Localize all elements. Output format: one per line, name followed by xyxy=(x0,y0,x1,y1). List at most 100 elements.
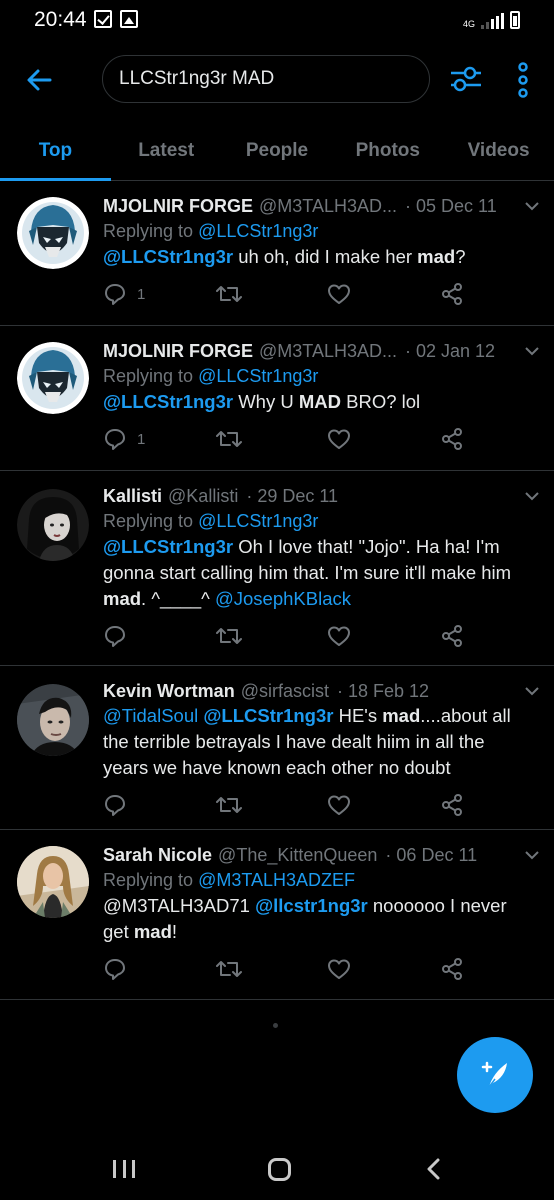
mention-link[interactable]: @JosephKBlack xyxy=(215,588,351,609)
retweet-icon xyxy=(216,797,242,813)
search-filter-icon[interactable] xyxy=(448,62,484,96)
mention-link[interactable]: @llcstr1ng3r xyxy=(255,895,368,916)
back-arrow-icon[interactable] xyxy=(24,64,56,96)
reply-button[interactable] xyxy=(103,793,127,817)
retweet-icon xyxy=(216,628,242,644)
share-icon xyxy=(442,794,462,816)
tab-photos[interactable]: Photos xyxy=(332,122,443,180)
retweet-button[interactable] xyxy=(216,624,242,648)
like-button[interactable] xyxy=(327,427,351,451)
author-handle[interactable]: @sirfascist xyxy=(241,680,329,702)
back-nav-icon[interactable] xyxy=(424,1158,444,1180)
chevron-down-icon[interactable] xyxy=(524,491,540,501)
heart-icon xyxy=(328,429,350,449)
replying-to-link[interactable]: @M3TALH3ADZEF xyxy=(198,870,355,890)
replying-to-link[interactable]: @LLCStr1ng3r xyxy=(198,511,318,531)
replying-to-link[interactable]: @LLCStr1ng3r xyxy=(198,366,318,386)
author-name[interactable]: Kallisti xyxy=(103,485,162,507)
avatar[interactable] xyxy=(17,489,89,561)
tweet-date: 18 Feb 12 xyxy=(347,681,430,701)
signal-icon xyxy=(481,13,504,29)
reply-count: 1 xyxy=(137,430,146,448)
reply-icon xyxy=(105,959,125,980)
heart-icon xyxy=(328,959,350,979)
mention-link[interactable]: @TidalSoul xyxy=(103,705,198,726)
like-button[interactable] xyxy=(327,282,351,306)
tweet[interactable]: MJOLNIR FORGE @M3TALH3AD... · 05 Dec 11 … xyxy=(0,181,554,326)
reply-button[interactable] xyxy=(103,957,127,981)
tab-people[interactable]: People xyxy=(222,122,333,180)
reply-icon xyxy=(105,284,125,305)
home-icon[interactable] xyxy=(268,1158,291,1181)
compose-tweet-button[interactable] xyxy=(457,1037,533,1113)
recent-apps-icon[interactable] xyxy=(113,1160,135,1178)
author-handle[interactable]: @M3TALH3AD... xyxy=(259,195,397,217)
share-button[interactable] xyxy=(440,282,464,306)
retweet-icon xyxy=(216,431,242,447)
author-name[interactable]: Sarah Nicole xyxy=(103,844,212,866)
like-button[interactable] xyxy=(327,957,351,981)
tab-top[interactable]: Top xyxy=(0,122,111,181)
tweet-text: @TidalSoul @LLCStr1ng3r HE's mad....abou… xyxy=(103,705,511,778)
avatar[interactable] xyxy=(17,197,89,269)
tab-latest[interactable]: Latest xyxy=(111,122,222,180)
chevron-down-icon[interactable] xyxy=(524,201,540,211)
author-handle[interactable]: @M3TALH3AD... xyxy=(259,340,397,362)
retweet-button[interactable] xyxy=(216,957,242,981)
author-name[interactable]: MJOLNIR FORGE xyxy=(103,195,253,217)
mention-link[interactable]: @LLCStr1ng3r xyxy=(103,391,233,412)
reply-button[interactable] xyxy=(103,624,127,648)
share-button[interactable] xyxy=(440,793,464,817)
share-icon xyxy=(442,428,462,450)
reply-icon xyxy=(105,429,125,450)
mention-link[interactable]: @LLCStr1ng3r xyxy=(103,246,233,267)
share-button[interactable] xyxy=(440,427,464,451)
mention-link[interactable]: @LLCStr1ng3r xyxy=(203,705,333,726)
replying-to-link[interactable]: @LLCStr1ng3r xyxy=(198,221,318,241)
search-input[interactable]: LLCStr1ng3r MAD xyxy=(102,55,430,103)
tweet-text: @LLCStr1ng3r Why U MAD BRO? lol xyxy=(103,391,421,412)
like-button[interactable] xyxy=(327,624,351,648)
avatar[interactable] xyxy=(17,846,89,918)
share-button[interactable] xyxy=(440,624,464,648)
tweet-text: @LLCStr1ng3r Oh I love that! "Jojo". Ha … xyxy=(103,536,512,609)
like-button[interactable] xyxy=(327,793,351,817)
share-icon xyxy=(442,625,462,647)
mention-link[interactable]: @LLCStr1ng3r xyxy=(103,536,233,557)
system-nav-bar xyxy=(0,1130,554,1200)
reply-count: 1 xyxy=(137,285,146,303)
tweet-actions xyxy=(103,612,536,672)
chevron-down-icon[interactable] xyxy=(524,850,540,860)
reply-button[interactable]: 1 xyxy=(103,282,145,306)
author-handle[interactable]: @Kallisti xyxy=(168,485,238,507)
tweet-date: 05 Dec 11 xyxy=(416,196,497,216)
chevron-down-icon[interactable] xyxy=(524,686,540,696)
tab-videos[interactable]: Videos xyxy=(443,122,554,180)
tweet[interactable]: Kallisti @Kallisti · 29 Dec 11 Replying … xyxy=(0,471,554,666)
tweet-text: @LLCStr1ng3r uh oh, did I make her mad? xyxy=(103,246,466,267)
tweet[interactable]: Kevin Wortman @sirfascist · 18 Feb 12 @T… xyxy=(0,666,554,830)
status-bar: 20:44 4G xyxy=(0,0,554,40)
retweet-button[interactable] xyxy=(216,282,242,306)
author-name[interactable]: MJOLNIR FORGE xyxy=(103,340,253,362)
retweet-button[interactable] xyxy=(216,793,242,817)
tweet-actions: 1 xyxy=(103,415,536,475)
share-button[interactable] xyxy=(440,957,464,981)
more-options-icon[interactable] xyxy=(513,62,533,98)
reply-button[interactable]: 1 xyxy=(103,427,145,451)
battery-icon xyxy=(510,11,520,29)
author-name[interactable]: Kevin Wortman xyxy=(103,680,235,702)
status-time: 20:44 xyxy=(34,8,87,31)
compose-icon xyxy=(481,1061,507,1088)
reply-icon xyxy=(105,795,125,816)
avatar[interactable] xyxy=(17,684,89,756)
tweet[interactable]: Sarah Nicole @The_KittenQueen · 06 Dec 1… xyxy=(0,830,554,1000)
avatar[interactable] xyxy=(17,342,89,414)
author-handle[interactable]: @The_KittenQueen xyxy=(218,844,377,866)
retweet-button[interactable] xyxy=(216,427,242,451)
loading-indicator xyxy=(273,1023,278,1028)
tweet[interactable]: MJOLNIR FORGE @M3TALH3AD... · 02 Jan 12 … xyxy=(0,326,554,471)
tweet-date: 02 Jan 12 xyxy=(416,341,496,361)
reply-icon xyxy=(105,626,125,647)
chevron-down-icon[interactable] xyxy=(524,346,540,356)
